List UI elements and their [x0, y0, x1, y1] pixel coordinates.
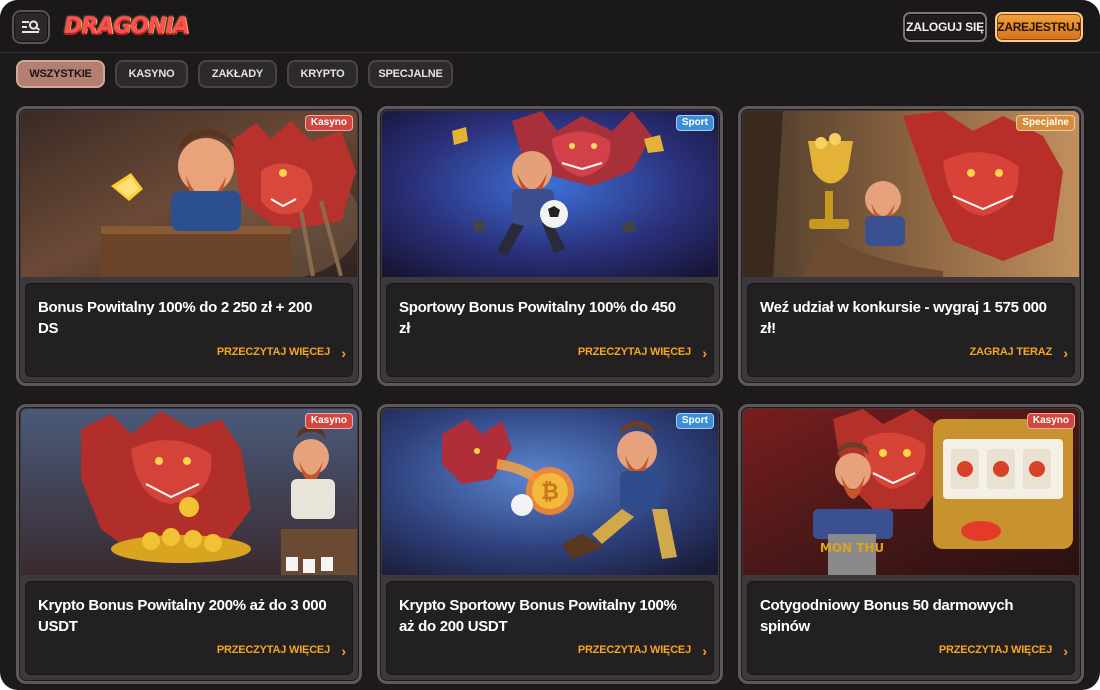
menu-search-icon — [22, 20, 41, 33]
card-title: Sportowy Bonus Powitalny 100% do 450 zł — [399, 299, 676, 337]
promo-card[interactable]: Kasyno Krypto Bonus Powitalny 200% aż do… — [16, 404, 362, 684]
promo-illustration: ₿ Sport — [382, 409, 718, 575]
card-content: Krypto Sportowy Bonus Powitalny 100% aż … — [386, 581, 714, 675]
card-title: Cotygodniowy Bonus 50 darmowych spinów — [760, 597, 1014, 635]
svg-text:₿: ₿ — [541, 480, 559, 505]
top-header: DRAGONIA ZALOGUJ SIĘ ZAREJESTRUJ — [0, 0, 1100, 53]
promo-illustration: Kasyno — [21, 409, 357, 575]
card-content: Cotygodniowy Bonus 50 darmowych spinów P… — [747, 581, 1075, 675]
promo-illustration: Sport — [382, 111, 718, 277]
tab-specjalne[interactable]: SPECJALNE — [368, 60, 453, 88]
chevron-right-icon: › — [1063, 345, 1068, 361]
read-more-link[interactable]: PRZECZYTAJ WIĘCEJ — [217, 643, 330, 657]
chevron-right-icon: › — [341, 345, 346, 361]
play-now-link[interactable]: ZAGRAJ TERAZ — [969, 345, 1052, 359]
category-badge: Specjalne — [1016, 115, 1075, 131]
chevron-right-icon: › — [702, 345, 707, 361]
promo-card[interactable]: MON THU Kasyno Cotygodniowy Bonus 50 dar… — [738, 404, 1084, 684]
read-more-link[interactable]: PRZECZYTAJ WIĘCEJ — [217, 345, 330, 359]
promo-illustration: Specjalne — [743, 111, 1079, 277]
menu-button[interactable] — [12, 10, 50, 44]
read-more-link[interactable]: PRZECZYTAJ WIĘCEJ — [578, 345, 691, 359]
card-content: Krypto Bonus Powitalny 200% aż do 3 000 … — [25, 581, 353, 675]
category-badge: Sport — [675, 413, 714, 429]
promo-card[interactable]: Sport Sportowy Bonus Powitalny 100% do 4… — [377, 106, 723, 386]
login-button[interactable]: ZALOGUJ SIĘ — [903, 12, 987, 42]
read-more-link[interactable]: PRZECZYTAJ WIĘCEJ — [939, 643, 1052, 657]
category-badge: Sport — [675, 115, 714, 131]
promo-card[interactable]: ₿ Sport Krypto Sportowy Bonus Powitalny … — [377, 404, 723, 684]
brand-logo[interactable]: DRAGONIA — [64, 12, 190, 42]
promo-card[interactable]: Kasyno Bonus Powitalny 100% do 2 250 zł … — [16, 106, 362, 386]
category-badge: Kasyno — [1026, 413, 1075, 429]
chevron-right-icon: › — [702, 643, 707, 659]
category-badge: Kasyno — [304, 413, 353, 429]
card-title: Bonus Powitalny 100% do 2 250 zł + 200 D… — [38, 299, 313, 337]
tab-kasyno[interactable]: KASYNO — [115, 60, 188, 88]
promo-card[interactable]: Specjalne Weź udział w konkursie - wygra… — [738, 106, 1084, 386]
slot-sign-text: MON THU — [820, 541, 884, 555]
card-content: Weź udział w konkursie - wygraj 1 575 00… — [747, 283, 1075, 377]
tab-wszystkie[interactable]: WSZYSTKIE — [16, 60, 105, 88]
card-content: Bonus Powitalny 100% do 2 250 zł + 200 D… — [25, 283, 353, 377]
chevron-right-icon: › — [341, 643, 346, 659]
tab-zaklady[interactable]: ZAKŁADY — [198, 60, 277, 88]
card-title: Weź udział w konkursie - wygraj 1 575 00… — [760, 299, 1047, 337]
category-badge: Kasyno — [304, 115, 353, 131]
tab-krypto[interactable]: KRYPTO — [287, 60, 358, 88]
card-title: Krypto Sportowy Bonus Powitalny 100% aż … — [399, 597, 677, 635]
app-frame: DRAGONIA ZALOGUJ SIĘ ZAREJESTRUJ WSZYSTK… — [0, 0, 1100, 690]
chevron-right-icon: › — [1063, 643, 1068, 659]
card-title: Krypto Bonus Powitalny 200% aż do 3 000 … — [38, 597, 327, 635]
promo-illustration: Kasyno — [21, 111, 357, 277]
register-button[interactable]: ZAREJESTRUJ — [995, 12, 1083, 42]
card-content: Sportowy Bonus Powitalny 100% do 450 zł … — [386, 283, 714, 377]
promo-illustration: MON THU Kasyno — [743, 409, 1079, 575]
read-more-link[interactable]: PRZECZYTAJ WIĘCEJ — [578, 643, 691, 657]
